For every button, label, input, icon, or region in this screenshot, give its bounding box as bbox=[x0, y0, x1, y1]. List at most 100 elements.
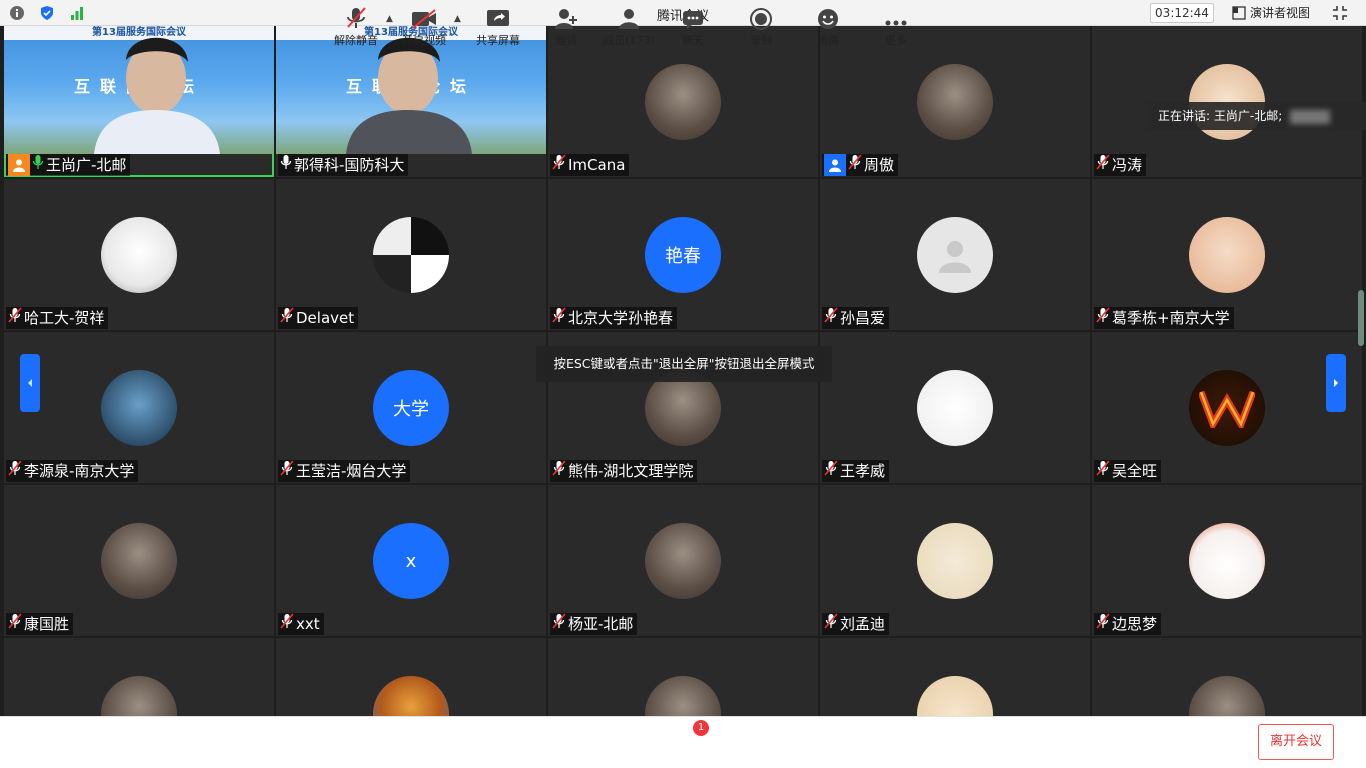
mic-muted-icon bbox=[848, 154, 862, 176]
fullscreen-exit-button[interactable] bbox=[1332, 5, 1348, 25]
participant-name: 杨亚-北邮 bbox=[568, 615, 634, 633]
participant-tile[interactable]: 孙昌爱 bbox=[820, 179, 1090, 330]
chat-unread-badge: 1 bbox=[693, 720, 709, 736]
participant-name-tag: ImCana bbox=[550, 154, 630, 176]
mic-muted-icon bbox=[552, 307, 566, 329]
participant-name-tag: 熊伟-湖北文理学院 bbox=[550, 460, 698, 482]
meeting-timer: 03:12:44 bbox=[1150, 3, 1214, 23]
participant-tile[interactable]: 杨亚-北邮 bbox=[548, 485, 818, 636]
emoji-button[interactable]: 表情 bbox=[815, 4, 841, 48]
participant-name-tag: 北京大学孙艳春 bbox=[550, 307, 678, 329]
mic-muted-icon bbox=[280, 460, 294, 482]
participant-name-tag: 李源泉-南京大学 bbox=[6, 460, 139, 482]
bottom-toolbar bbox=[0, 716, 1366, 768]
participant-tile[interactable]: ImCana bbox=[548, 26, 818, 177]
mic-muted-icon bbox=[280, 613, 294, 635]
avatar-initials: x bbox=[405, 550, 417, 572]
participant-name: 孙昌爱 bbox=[840, 309, 886, 327]
mic-muted-icon bbox=[824, 307, 838, 329]
participant-avatar: 艳春 bbox=[645, 217, 721, 293]
participant-name: 王孝威 bbox=[840, 462, 886, 480]
w-logo-icon bbox=[1199, 390, 1255, 428]
participant-avatar bbox=[917, 676, 993, 716]
mic-muted-icon bbox=[8, 613, 22, 635]
participant-avatar bbox=[101, 676, 177, 716]
participant-tile[interactable]: 第13届服务国际会议互联网论坛郭得科-国防科大 bbox=[276, 26, 546, 177]
more-button[interactable]: 更多 bbox=[883, 4, 909, 48]
participant-name-tag: 王尚广-北邮 bbox=[6, 154, 131, 176]
record-button[interactable]: 录制 bbox=[748, 4, 774, 48]
members-button[interactable]: 成员(173) bbox=[603, 4, 655, 48]
participant-name-tag: 王孝威 bbox=[822, 460, 890, 482]
side-scroll-handle[interactable] bbox=[1358, 290, 1364, 346]
participant-tile[interactable] bbox=[4, 638, 274, 716]
participant-name-tag: 刘孟迪 bbox=[822, 613, 890, 635]
participant-name: 冯涛 bbox=[1112, 156, 1143, 174]
default-avatar-icon bbox=[939, 241, 971, 273]
participant-tile[interactable]: 边思梦 bbox=[1092, 485, 1362, 636]
participant-name-tag: 冯涛 bbox=[1094, 154, 1147, 176]
mic-muted-icon bbox=[345, 4, 367, 30]
share-screen-button[interactable]: 共享屏幕 bbox=[475, 4, 521, 48]
participant-name-tag: 周傲 bbox=[822, 154, 899, 176]
participant-tile[interactable]: 哈工大-贺祥 bbox=[4, 179, 274, 330]
mic-muted-icon bbox=[1096, 613, 1110, 635]
participant-tile[interactable] bbox=[276, 638, 546, 716]
chat-button[interactable]: 聊天 bbox=[680, 4, 706, 48]
participant-tile[interactable]: 大学王莹洁-烟台大学 bbox=[276, 332, 546, 483]
chevron-left-icon bbox=[28, 379, 32, 387]
participant-tile[interactable]: 康国胜 bbox=[4, 485, 274, 636]
leave-meeting-button[interactable]: 离开会议 bbox=[1258, 724, 1334, 760]
participant-avatar bbox=[1189, 370, 1265, 446]
emoji-icon bbox=[817, 4, 839, 30]
participant-avatar bbox=[1189, 676, 1265, 716]
avatar-initials: 大学 bbox=[393, 399, 429, 420]
more-dots-icon bbox=[884, 4, 908, 30]
participant-tile[interactable]: 李源泉-南京大学 bbox=[4, 332, 274, 483]
video-options-caret[interactable]: ▲ bbox=[454, 14, 461, 24]
participant-avatar bbox=[373, 676, 449, 716]
participant-name: 吴全旺 bbox=[1112, 462, 1158, 480]
participant-avatar bbox=[645, 523, 721, 599]
participant-tile[interactable] bbox=[820, 638, 1090, 716]
mic-muted-icon bbox=[1096, 307, 1110, 329]
participant-name: 李源泉-南京大学 bbox=[24, 462, 135, 480]
participant-avatar: x bbox=[373, 523, 449, 599]
participant-name: 王莹洁-烟台大学 bbox=[296, 462, 407, 480]
participant-tile[interactable]: 葛季栋+南京大学 bbox=[1092, 179, 1362, 330]
participant-tile[interactable]: 第13届服务国际会议互联网论坛王尚广-北邮 bbox=[4, 26, 274, 177]
participant-name-tag: 康国胜 bbox=[6, 613, 74, 635]
invite-button[interactable]: 邀请 bbox=[552, 4, 580, 48]
participant-tile[interactable]: Delavet bbox=[276, 179, 546, 330]
speaker-view-icon bbox=[1232, 5, 1246, 20]
record-icon bbox=[750, 4, 772, 30]
participant-name: 葛季栋+南京大学 bbox=[1112, 309, 1230, 327]
start-video-button[interactable]: 开启视频 bbox=[401, 4, 447, 48]
speaker-view-toggle[interactable]: 演讲者视图 bbox=[1232, 4, 1310, 21]
share-screen-icon bbox=[486, 4, 510, 30]
participant-avatar bbox=[645, 64, 721, 140]
participant-tile[interactable]: 刘孟迪 bbox=[820, 485, 1090, 636]
participant-tile[interactable]: 周傲 bbox=[820, 26, 1090, 177]
mic-on-icon bbox=[32, 154, 44, 176]
participant-name: ImCana bbox=[568, 156, 626, 174]
participant-name-tag: 孙昌爱 bbox=[822, 307, 890, 329]
audio-options-caret[interactable]: ▲ bbox=[386, 14, 393, 24]
mic-muted-icon bbox=[8, 307, 22, 329]
participant-name-tag: 杨亚-北邮 bbox=[550, 613, 638, 635]
mic-on-icon bbox=[280, 154, 292, 176]
participant-avatar bbox=[1189, 523, 1265, 599]
participant-tile[interactable]: x xxt bbox=[276, 485, 546, 636]
participant-tile[interactable]: 艳春北京大学孙艳春 bbox=[548, 179, 818, 330]
participant-name: 刘孟迪 bbox=[840, 615, 886, 633]
participant-tile[interactable] bbox=[548, 638, 818, 716]
video-off-icon bbox=[411, 4, 437, 30]
page-prev-button[interactable] bbox=[20, 354, 40, 412]
participant-tile[interactable]: 吴全旺 bbox=[1092, 332, 1362, 483]
participant-avatar bbox=[917, 523, 993, 599]
participant-tile[interactable] bbox=[1092, 638, 1362, 716]
participant-tile[interactable]: 王孝威 bbox=[820, 332, 1090, 483]
invite-user-icon bbox=[554, 4, 578, 30]
page-next-button[interactable] bbox=[1326, 354, 1346, 412]
unmute-button[interactable]: 解除静音 bbox=[334, 4, 378, 48]
